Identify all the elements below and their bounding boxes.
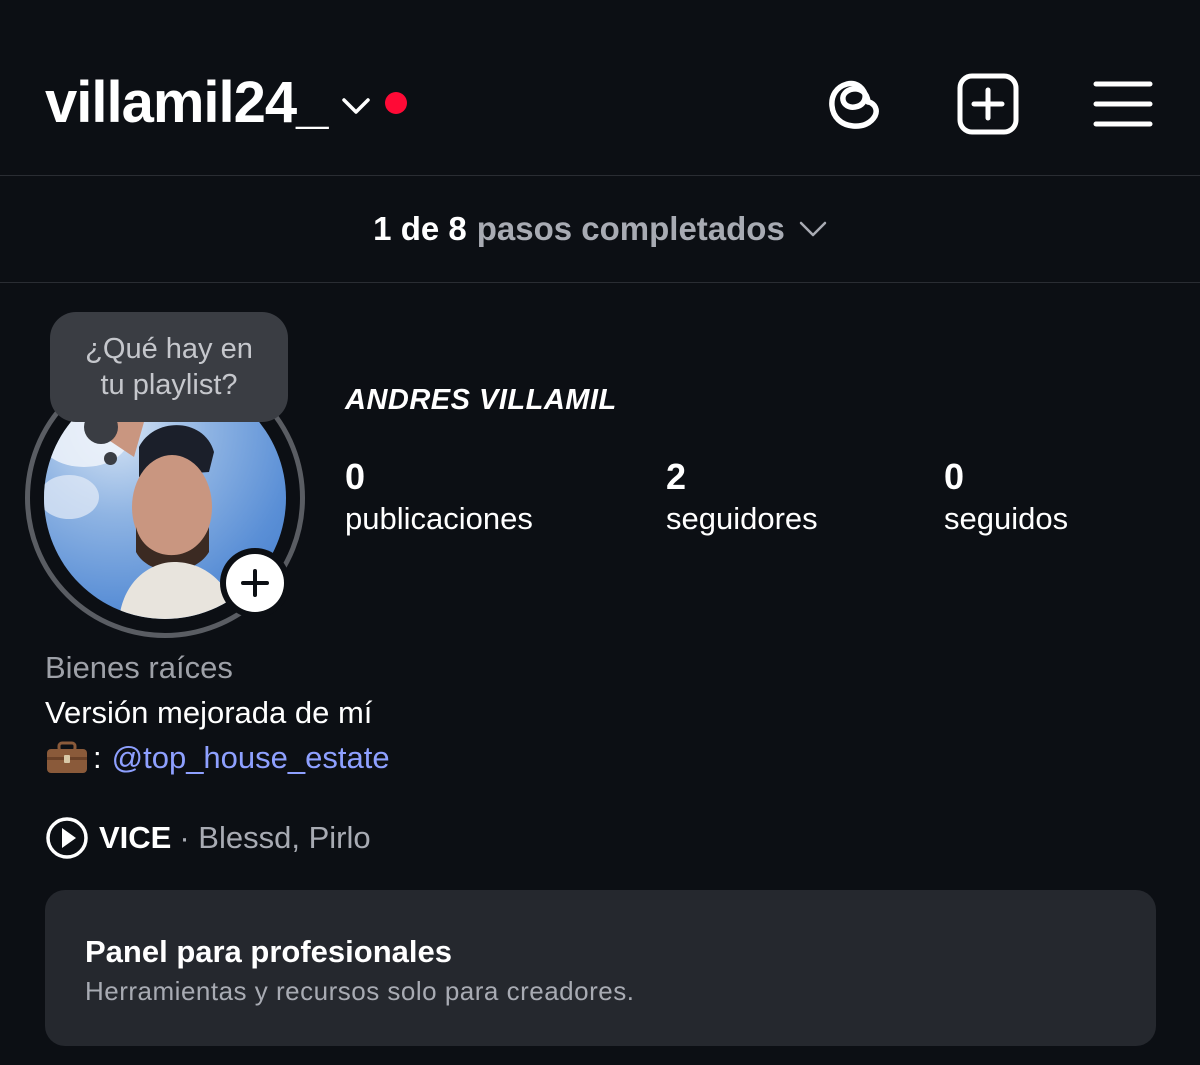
note-bubble-tail-dot <box>104 452 117 465</box>
bio-work-line: : @top_house_estate <box>45 740 390 776</box>
bio-category: Bienes raíces <box>45 650 233 685</box>
bio-text: Versión mejorada de mí <box>45 695 373 730</box>
menu-icon[interactable] <box>1092 72 1156 136</box>
setup-steps-toggle[interactable]: 1 de 8 pasos completados <box>0 176 1200 282</box>
stat-followers[interactable]: 2 seguidores <box>666 455 818 539</box>
plus-icon <box>241 569 269 597</box>
threads-icon[interactable] <box>824 72 888 136</box>
add-story-circle <box>226 554 284 612</box>
notification-dot <box>385 92 408 114</box>
professional-dashboard-panel[interactable]: Panel para profesionales Herramientas y … <box>45 890 1156 1046</box>
briefcase-icon <box>47 741 87 773</box>
steps-count: 1 de 8 <box>373 210 467 247</box>
note-bubble[interactable]: ¿Qué hay en tu playlist? <box>50 312 288 422</box>
stat-posts[interactable]: 0 publicaciones <box>345 455 533 539</box>
stat-label: publicaciones <box>345 501 533 536</box>
note-bubble-text: ¿Qué hay en tu playlist? <box>85 333 253 401</box>
chevron-down-icon[interactable] <box>341 96 371 116</box>
pro-panel-title: Panel para profesionales <box>85 934 452 969</box>
music-artists: · Blessd, Pirlo <box>179 820 371 855</box>
profile-music[interactable]: VICE · Blessd, Pirlo <box>45 816 371 860</box>
music-title: VICE <box>99 820 172 855</box>
account-switcher[interactable]: villamil24_ <box>45 68 408 138</box>
bio-work-separator: : <box>93 740 102 775</box>
steps-divider <box>0 282 1200 283</box>
stat-value: 0 <box>345 456 366 497</box>
display-name: ANDRES VILLAMIL <box>345 384 617 416</box>
stat-following[interactable]: 0 seguidos <box>944 455 1068 539</box>
chevron-down-icon <box>799 221 827 237</box>
stat-value: 2 <box>666 456 687 497</box>
stat-label: seguidores <box>666 501 818 536</box>
stat-label: seguidos <box>944 501 1069 536</box>
pro-panel-subtitle: Herramientas y recursos solo para creado… <box>85 976 635 1006</box>
profile-header: villamil24_ <box>0 0 1200 175</box>
bio-mention-link[interactable]: @top_house_estate <box>112 740 390 776</box>
steps-label: pasos completados <box>476 210 785 247</box>
stat-value: 0 <box>944 456 965 497</box>
username[interactable]: villamil24_ <box>45 68 328 138</box>
add-post-icon[interactable] <box>956 72 1020 136</box>
play-icon[interactable] <box>45 816 89 860</box>
add-story-button[interactable] <box>220 548 290 618</box>
